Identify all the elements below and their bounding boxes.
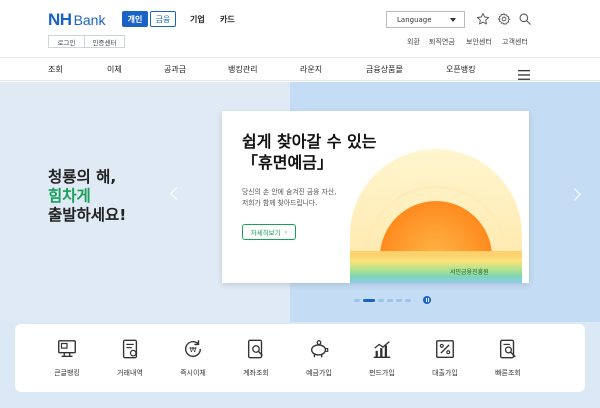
gear-icon[interactable] — [497, 12, 511, 26]
carousel-dot-active[interactable] — [363, 298, 375, 302]
quick-item-fund[interactable]: 펀드가입 — [352, 338, 412, 378]
quick-item-label: 계좌조회 — [243, 369, 269, 377]
quick-item-label: 펀드가입 — [369, 369, 395, 377]
nav-item-utility-bills[interactable]: 공과금 — [164, 64, 186, 75]
chevron-down-icon — [450, 18, 456, 22]
search-icon[interactable] — [518, 12, 532, 26]
quick-item-account-inquiry[interactable]: 계좌조회 — [226, 338, 286, 378]
logo-nh-text: NH — [48, 10, 72, 29]
certificate-center-button[interactable]: 인증센터 — [84, 35, 125, 48]
quick-item-transaction-history[interactable]: 거래내역 — [100, 338, 160, 378]
language-select-label: Language — [397, 15, 432, 24]
carousel-dot[interactable] — [378, 298, 384, 302]
login-button[interactable]: 로그인 — [48, 35, 85, 48]
account-inquiry-icon — [247, 339, 263, 359]
slogan-line-1: 청룡의 해, — [48, 168, 117, 186]
promo-card-dormant-deposit[interactable]: 쉽게 찾아갈 수 있는 「휴면예금」 당신의 손 안에 숨겨진 금융 자산, 저… — [222, 111, 529, 283]
slogan-line-3: 출발하세요! — [48, 206, 127, 224]
hero-banner: 청룡의 해, 힘차게 출발하세요! 쉽게 찾아갈 수 있는 「휴면예금」 당신의… — [0, 82, 600, 324]
fund-chart-icon — [373, 341, 391, 358]
loan-percent-icon — [436, 340, 454, 358]
learn-more-label: 자세히보기 — [250, 229, 281, 237]
carousel-dot[interactable] — [405, 298, 411, 302]
quick-item-large-text-banking[interactable]: 큰글뱅킹 — [37, 338, 97, 378]
util-link-forex[interactable]: 외환 — [407, 37, 420, 47]
hero-slogan: 청룡의 해, 힘차게 출발하세요! — [48, 168, 126, 225]
quick-search-icon — [499, 339, 516, 359]
quick-item-deposit[interactable]: 예금가입 — [289, 338, 349, 378]
deposit-piggy-icon — [310, 340, 329, 358]
promo-desc-line-2: 저희가 함께 찾아드립니다. — [242, 199, 318, 207]
quick-item-label: 거래내역 — [117, 369, 143, 377]
language-select[interactable]: Language — [386, 11, 465, 28]
carousel-indicators — [354, 296, 431, 304]
quick-item-label: 큰글뱅킹 — [54, 369, 80, 377]
transaction-history-icon — [122, 339, 138, 359]
promo-card-description: 당신의 손 안에 숨겨진 금융 자산, 저희가 함께 찾아드립니다. — [242, 187, 336, 209]
tab-personal[interactable]: 개인 — [122, 11, 148, 27]
chevron-right-icon: › — [284, 228, 288, 236]
top-bar: NH Bank 개인 금융 기업 카드 로그인 인증센터 Language 외환… — [0, 0, 600, 56]
main-nav: 조회 이체 공과금 뱅킹관리 라운지 금융상품몰 오픈뱅킹 — [0, 57, 600, 81]
tab-financial[interactable]: 금융 — [150, 11, 176, 27]
util-link-customer[interactable]: 고객센터 — [502, 37, 528, 47]
slogan-line-2: 힘차게 — [48, 187, 91, 205]
nav-item-transfer[interactable]: 이체 — [107, 64, 122, 75]
nav-item-banking-management[interactable]: 뱅킹관리 — [228, 64, 257, 75]
nh-bank-logo[interactable]: NH Bank — [48, 10, 105, 30]
hamburger-menu-icon[interactable] — [518, 65, 530, 80]
nav-item-inquiry[interactable]: 조회 — [48, 64, 63, 75]
carousel-dot[interactable] — [387, 298, 393, 302]
large-text-banking-icon — [58, 340, 76, 358]
quick-item-instant-transfer[interactable]: ₩ 즉시이체 — [163, 338, 223, 378]
carousel-dot[interactable] — [354, 298, 360, 302]
learn-more-button[interactable]: 자세히보기 › — [242, 224, 296, 240]
util-link-security[interactable]: 보안센터 — [466, 37, 492, 47]
util-link-pension[interactable]: 퇴직연금 — [429, 37, 455, 47]
quick-item-label: 즉시이체 — [180, 369, 206, 377]
instant-transfer-icon: ₩ — [185, 340, 202, 358]
logo-bank-text: Bank — [73, 12, 106, 28]
carousel-pause-icon[interactable] — [423, 296, 431, 304]
svg-text:₩: ₩ — [189, 345, 197, 354]
sunrise-illustration: 서민금융진흥원 — [350, 147, 522, 283]
quick-item-label: 예금가입 — [306, 369, 332, 377]
nav-item-lounge[interactable]: 라운지 — [300, 64, 322, 75]
carousel-dot[interactable] — [396, 298, 402, 302]
star-icon[interactable] — [476, 12, 490, 26]
nav-item-product-mall[interactable]: 금융상품몰 — [366, 64, 403, 75]
quick-item-loan[interactable]: 대출가입 — [415, 338, 475, 378]
quick-item-quick-inquiry[interactable]: 빠른조회 — [478, 338, 538, 378]
promo-desc-line-1: 당신의 손 안에 숨겨진 금융 자산, — [242, 188, 337, 196]
quick-menu: 큰글뱅킹 거래내역 ₩ 즉시이체 계좌조회 예금가입 펀드가입 대출가입 빠른조… — [15, 324, 585, 392]
sun-caption-text: 서민금융진흥원 — [450, 268, 489, 276]
quick-item-label: 빠른조회 — [495, 369, 521, 377]
tab-corporate[interactable]: 기업 — [190, 11, 205, 27]
quick-item-label: 대출가입 — [432, 369, 458, 377]
tab-card[interactable]: 카드 — [220, 11, 235, 27]
nav-item-open-banking[interactable]: 오픈뱅킹 — [446, 64, 475, 75]
